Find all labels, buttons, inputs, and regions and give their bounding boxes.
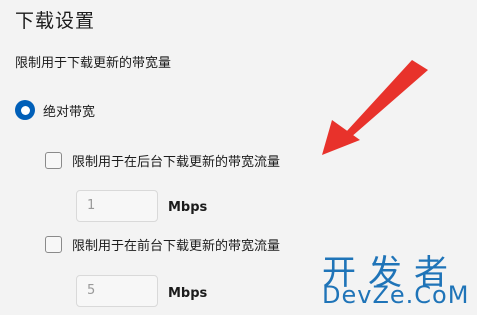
arrow-shaft	[346, 60, 428, 138]
watermark-bottom: DevZe.CoM	[322, 281, 470, 309]
